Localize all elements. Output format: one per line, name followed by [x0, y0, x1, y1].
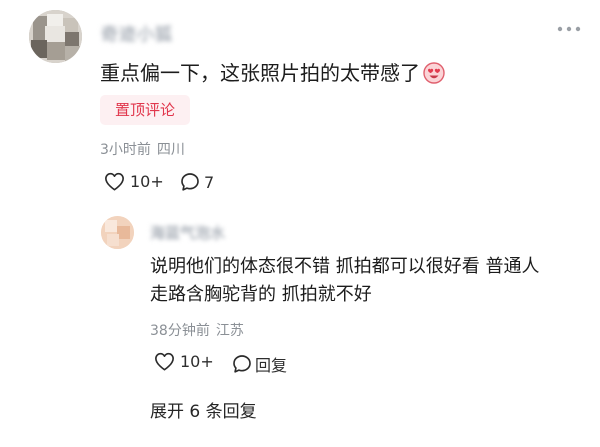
- more-options-icon[interactable]: [552, 14, 586, 44]
- reply-count: 7: [204, 172, 215, 192]
- comment-thread: 奇迹小狐 重点偏一下，这张照片拍的太带感了 置顶评论 3小时前 四川 10+ 7…: [0, 0, 600, 447]
- reply-count-button[interactable]: 7: [180, 172, 214, 192]
- reply-location: 江苏: [215, 323, 244, 339]
- comment-time: 3小时前: [100, 142, 151, 158]
- comment-text: 重点偏一下，这张照片拍的太带感了: [100, 60, 445, 90]
- comment-location: 四川: [156, 142, 185, 158]
- reply-label: 回复: [255, 356, 288, 375]
- reply-like-count: 10+: [180, 352, 214, 371]
- comment-meta: 3小时前 四川: [100, 139, 185, 159]
- reply-username[interactable]: 海蓝气泡水: [150, 222, 225, 243]
- reply-text: 说明他们的体态很不错 抓拍都可以很好看 普通人 走路含胸驼背的 抓拍就不好: [150, 253, 590, 309]
- like-count: 10+: [130, 172, 164, 191]
- pinned-comment-badge: 置顶评论: [100, 95, 190, 125]
- heart-eyes-emoji-icon: [423, 62, 445, 90]
- reply-meta: 38分钟前 江苏: [150, 320, 244, 340]
- reply-button[interactable]: 回复: [232, 352, 287, 376]
- comment-bubble-icon: [232, 354, 252, 374]
- expand-replies-button[interactable]: 展开 6 条回复: [150, 397, 257, 422]
- avatar[interactable]: [29, 10, 82, 63]
- reply-text-line: 走路含胸驼背的 抓拍就不好: [150, 284, 372, 305]
- comment-bubble-icon: [180, 172, 200, 192]
- reply-text-line: 说明他们的体态很不错 抓拍都可以很好看 普通人: [150, 256, 540, 277]
- like-button[interactable]: 10+: [104, 172, 164, 191]
- reply-time: 38分钟前: [150, 323, 210, 339]
- heart-icon: [104, 172, 125, 191]
- username[interactable]: 奇迹小狐: [101, 20, 173, 45]
- heart-icon: [154, 352, 175, 371]
- comment-body: 重点偏一下，这张照片拍的太带感了: [100, 61, 420, 85]
- reply-avatar[interactable]: [101, 216, 134, 249]
- reply-like-button[interactable]: 10+: [154, 352, 214, 371]
